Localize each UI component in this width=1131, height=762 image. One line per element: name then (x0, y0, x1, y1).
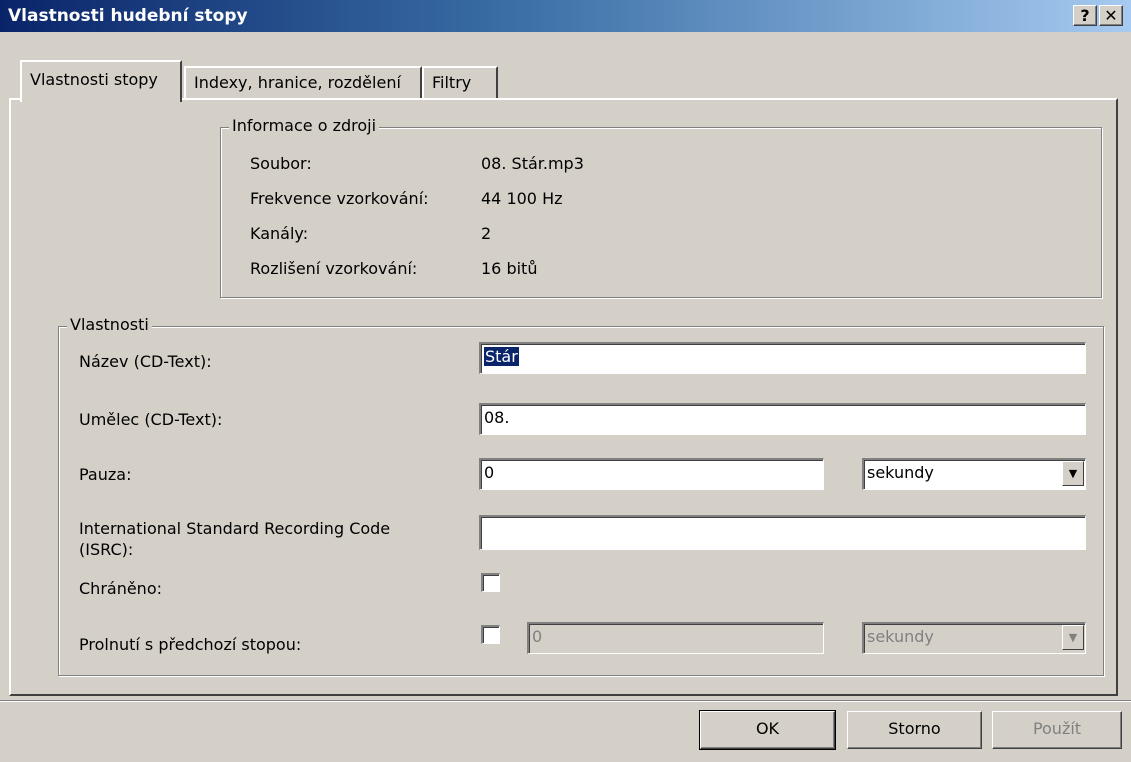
channels-value: 2 (481, 224, 492, 243)
crossfade-unit-value: sekundy (867, 627, 934, 646)
pause-unit-select[interactable]: sekundy ▼ (862, 458, 1086, 490)
source-info-label: Informace o zdroji (229, 116, 380, 135)
title-input-value: Stár (484, 347, 519, 366)
bit-depth-label: Rozlišení vzorkování: (250, 259, 418, 278)
title-input[interactable]: Stár (479, 342, 1086, 374)
cancel-button[interactable]: Storno (847, 711, 982, 749)
bit-depth-value: 16 bitů (481, 259, 538, 278)
protected-label: Chráněno: (79, 579, 162, 598)
sample-rate-label: Frekvence vzorkování: (250, 189, 429, 208)
tab-indexes-boundaries[interactable]: Indexy, hranice, rozdělení (184, 66, 422, 100)
chevron-down-icon[interactable]: ▼ (1062, 625, 1084, 650)
close-button[interactable]: ✕ (1099, 5, 1123, 26)
isrc-label-line2: (ISRC): (79, 540, 134, 559)
tab-track-properties[interactable]: Vlastnosti stopy (20, 60, 182, 102)
divider (0, 700, 1131, 702)
title-label: Název (CD-Text): (79, 352, 212, 371)
protected-checkbox[interactable] (481, 573, 500, 592)
sample-rate-value: 44 100 Hz (481, 189, 563, 208)
pause-input[interactable]: 0 (479, 458, 824, 490)
file-value: 08. Stár.mp3 (481, 154, 584, 173)
file-label: Soubor: (250, 154, 312, 173)
crossfade-label: Prolnutí s předchozí stopou: (79, 635, 302, 654)
chevron-down-icon[interactable]: ▼ (1062, 461, 1084, 486)
artist-input[interactable]: 08. (479, 403, 1086, 435)
isrc-input[interactable] (479, 515, 1086, 550)
channels-label: Kanály: (250, 224, 309, 243)
crossfade-unit-select[interactable]: sekundy ▼ (862, 622, 1086, 654)
help-button[interactable]: ? (1073, 5, 1097, 26)
pause-label: Pauza: (79, 465, 132, 484)
ok-button[interactable]: OK (699, 710, 836, 750)
artist-label: Umělec (CD-Text): (79, 410, 223, 429)
pause-unit-value: sekundy (867, 463, 934, 482)
isrc-label-line1: International Standard Recording Code (79, 519, 391, 538)
window-title: Vlastnosti hudební stopy (8, 6, 248, 26)
properties-label: Vlastnosti (67, 315, 152, 334)
apply-button[interactable]: Použít (992, 711, 1122, 749)
tab-filters[interactable]: Filtry (422, 66, 498, 100)
crossfade-input[interactable]: 0 (527, 622, 824, 654)
crossfade-checkbox[interactable] (481, 625, 500, 644)
title-bar: Vlastnosti hudební stopy ? ✕ (0, 0, 1131, 32)
